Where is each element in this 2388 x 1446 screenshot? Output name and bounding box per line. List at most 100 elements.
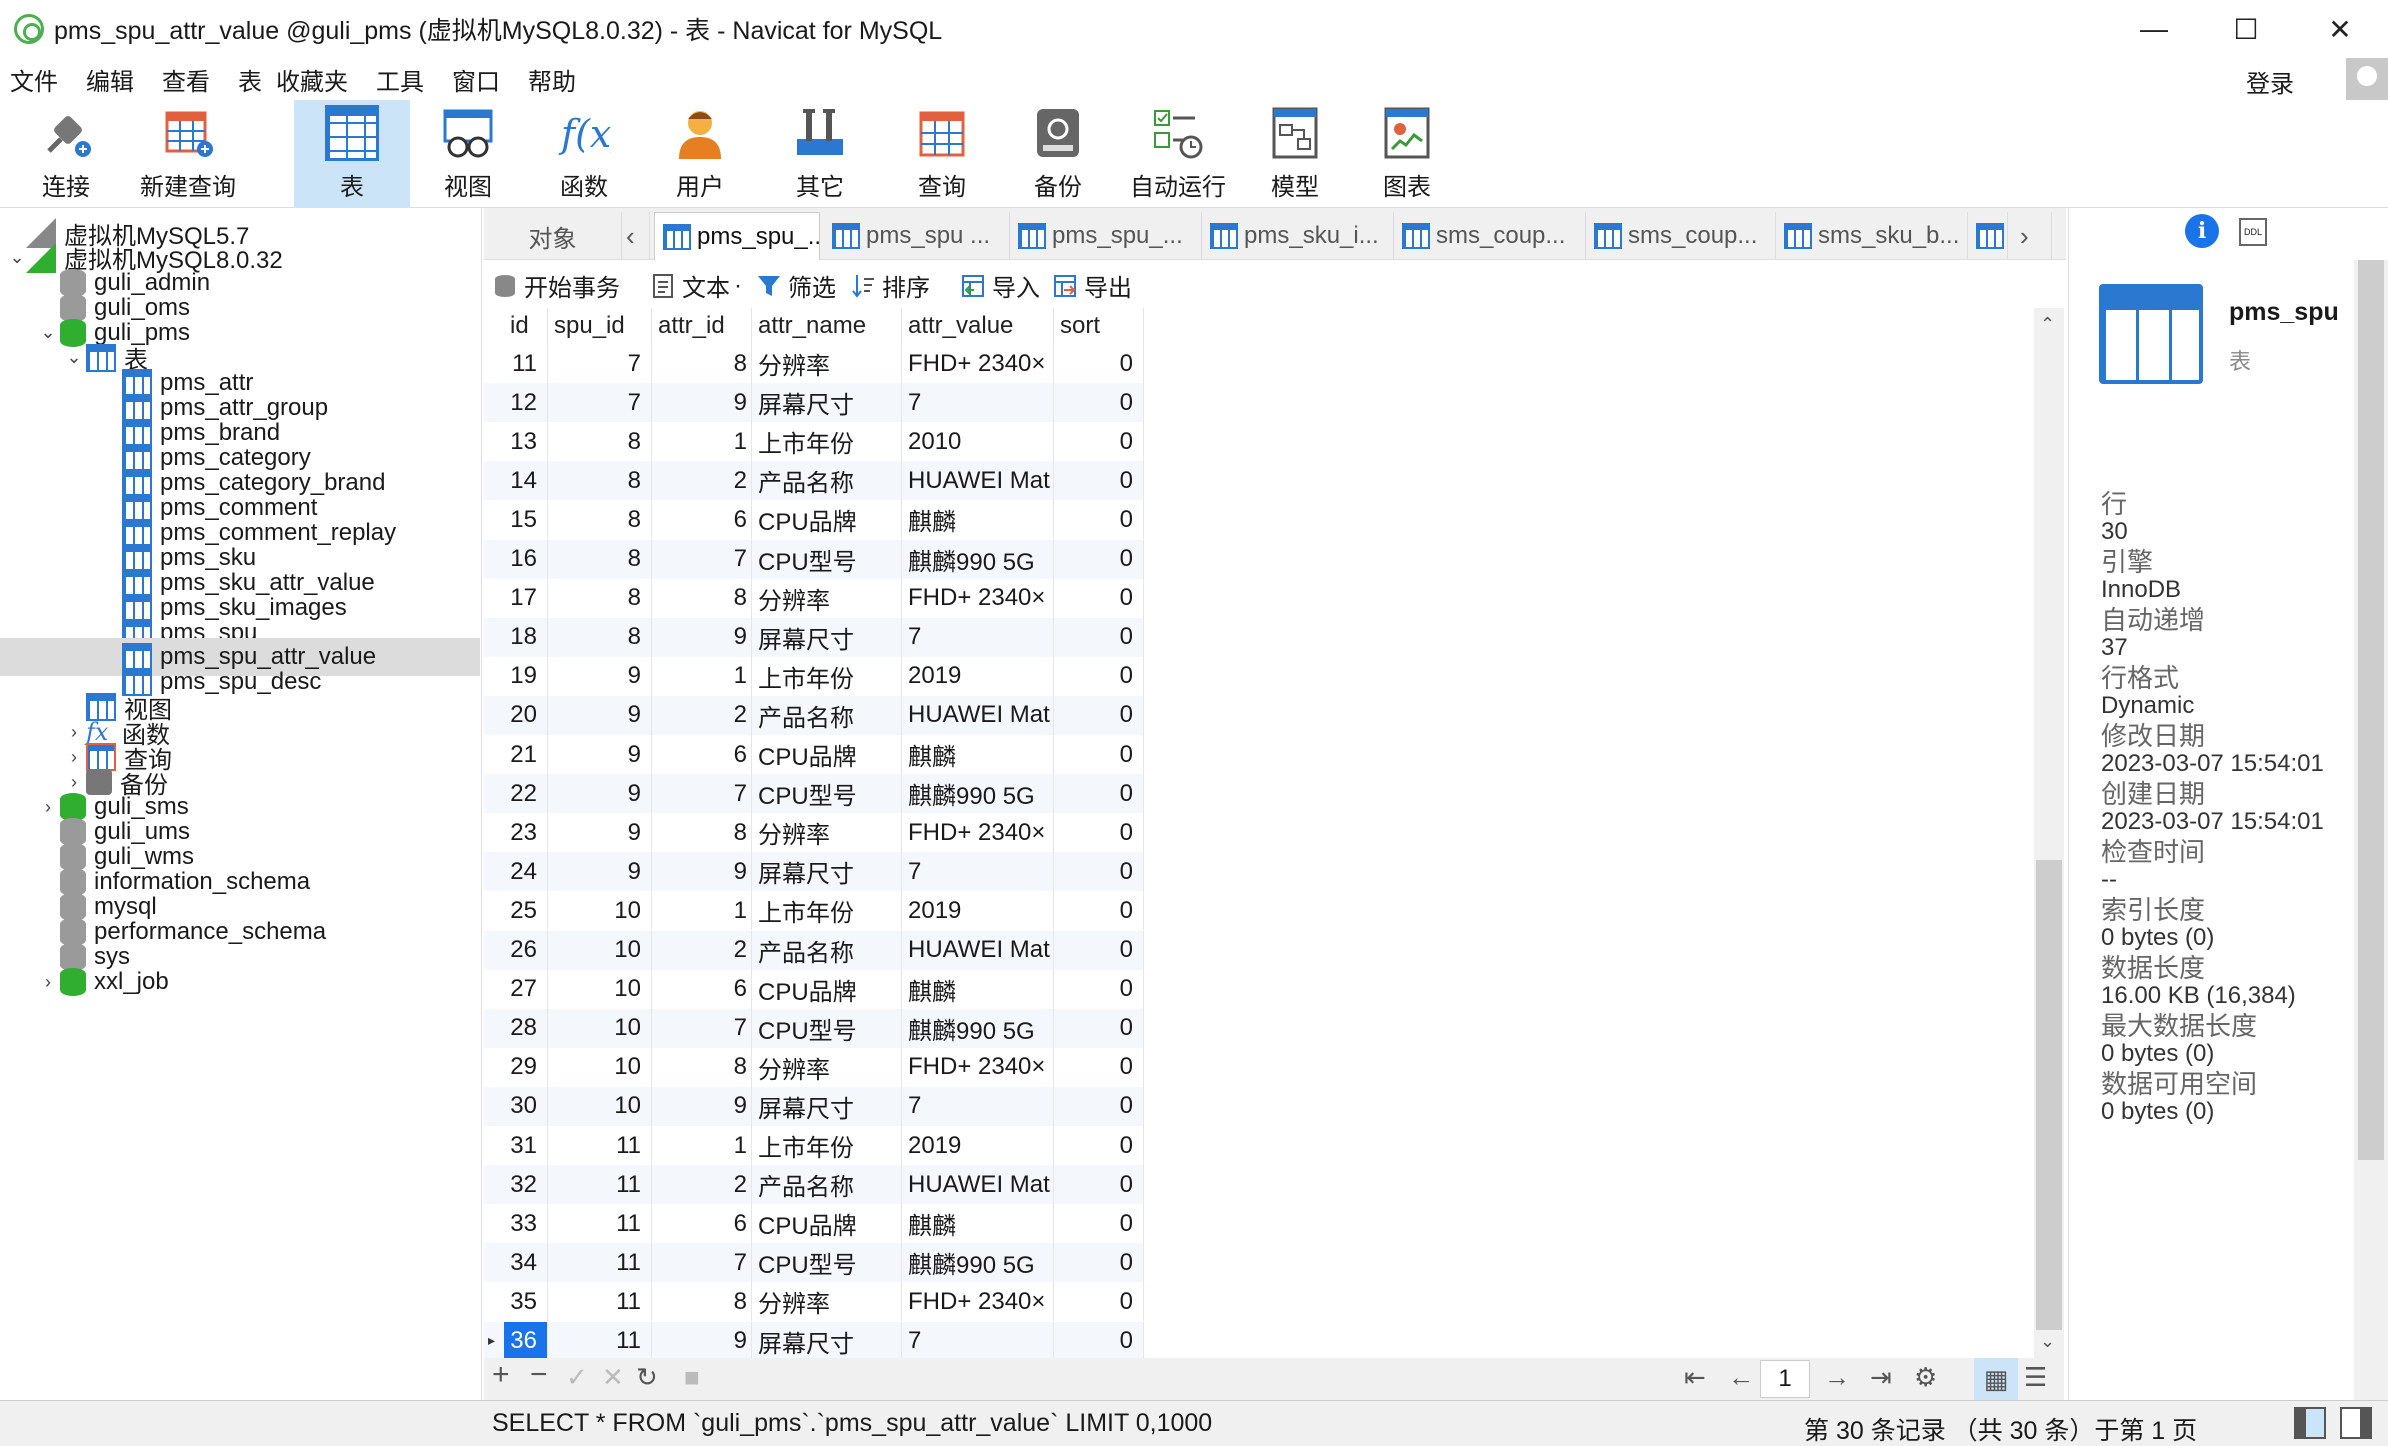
cell-attr-name[interactable]: CPU型号	[752, 774, 902, 814]
apply-icon[interactable]: ✓	[566, 1362, 588, 1393]
cell-attr-name[interactable]: 产品名称	[752, 461, 902, 501]
cell-attr-value[interactable]: 麒麟990 5G	[902, 539, 1054, 579]
cell-spu-id[interactable]: 11	[548, 1282, 652, 1322]
cell-sort[interactable]: 0	[1054, 695, 1144, 735]
minimize-button[interactable]: —	[2108, 0, 2200, 58]
cell-attr-value[interactable]: FHD+ 2340×	[902, 344, 1054, 383]
cell-sort[interactable]: 0	[1054, 813, 1144, 853]
cell-id[interactable]: 15	[504, 500, 548, 540]
cell-spu-id[interactable]: 10	[548, 969, 652, 1009]
table-row[interactable]: 26 10 2 产品名称 HUAWEI Mat 0	[484, 930, 1144, 970]
maximize-button[interactable]: ☐	[2200, 0, 2292, 58]
user-button[interactable]: 用户	[642, 100, 758, 208]
cell-spu-id[interactable]: 11	[548, 1204, 652, 1244]
chart-button[interactable]: 图表	[1352, 100, 1462, 208]
cell-sort[interactable]: 0	[1054, 656, 1144, 696]
cell-attr-id[interactable]: 9	[652, 1321, 752, 1361]
table-row[interactable]: 12 7 9 屏幕尺寸 7 0	[484, 383, 1144, 423]
menu-window[interactable]: 窗口	[442, 62, 518, 97]
cell-attr-name[interactable]: 分辨率	[752, 344, 902, 383]
cell-id[interactable]: 32	[504, 1165, 548, 1205]
cell-attr-value[interactable]: 2010	[902, 422, 1054, 462]
cell-attr-id[interactable]: 2	[652, 695, 752, 735]
toggle-right-pane-icon[interactable]	[2340, 1407, 2372, 1439]
cell-id[interactable]: 16	[504, 539, 548, 579]
cell-id[interactable]: 27	[504, 969, 548, 1009]
scroll-down-icon[interactable]: ⌄	[2040, 1331, 2055, 1352]
table-row[interactable]: 33 11 6 CPU品牌 麒麟 0	[484, 1204, 1144, 1244]
table-row[interactable]: ▸ 36 11 9 屏幕尺寸 7 0	[484, 1321, 1144, 1361]
cell-id[interactable]: 18	[504, 617, 548, 657]
cell-attr-value[interactable]: 麒麟990 5G	[902, 1008, 1054, 1048]
cell-spu-id[interactable]: 7	[548, 344, 652, 383]
cell-id[interactable]: 36	[504, 1321, 548, 1361]
table-row[interactable]: 18 8 9 屏幕尺寸 7 0	[484, 617, 1144, 657]
stop-icon[interactable]: ■	[684, 1362, 700, 1393]
cell-attr-value[interactable]: 麒麟	[902, 1204, 1054, 1244]
previous-page-icon[interactable]: ←	[1728, 1362, 1754, 1393]
tab-partial[interactable]	[1968, 212, 2008, 260]
add-record-icon[interactable]: +	[492, 1358, 510, 1392]
table-row[interactable]: 20 9 2 产品名称 HUAWEI Mat 0	[484, 695, 1144, 735]
cell-sort[interactable]: 0	[1054, 1086, 1144, 1126]
cell-id[interactable]: 28	[504, 1008, 548, 1048]
refresh-icon[interactable]: ↻	[636, 1362, 658, 1393]
cell-spu-id[interactable]: 10	[548, 1008, 652, 1048]
cell-attr-value[interactable]: 麒麟	[902, 969, 1054, 1009]
table-row[interactable]: 15 8 6 CPU品牌 麒麟 0	[484, 500, 1144, 540]
tab-pms-spu[interactable]: pms_spu ...	[824, 212, 1010, 260]
tab-sms-sku-bounds[interactable]: sms_sku_b...	[1776, 212, 1968, 260]
cell-id[interactable]: 35	[504, 1282, 548, 1322]
table-button[interactable]: 表	[294, 100, 410, 208]
cell-sort[interactable]: 0	[1054, 930, 1144, 970]
cell-attr-id[interactable]: 9	[652, 383, 752, 423]
view-button[interactable]: 视图	[410, 100, 526, 208]
table-row[interactable]: 19 9 1 上市年份 2019 0	[484, 656, 1144, 696]
cell-attr-id[interactable]: 9	[652, 1086, 752, 1126]
cell-sort[interactable]: 0	[1054, 1008, 1144, 1048]
cell-sort[interactable]: 0	[1054, 617, 1144, 657]
column-header-attr-id[interactable]: attr_id	[652, 308, 752, 344]
cell-attr-name[interactable]: 分辨率	[752, 1282, 902, 1322]
cell-id[interactable]: 21	[504, 735, 548, 774]
table-row[interactable]: 24 9 9 屏幕尺寸 7 0	[484, 852, 1144, 892]
export-button[interactable]: 导出	[1052, 268, 1132, 303]
cell-attr-name[interactable]: 产品名称	[752, 930, 902, 970]
cell-attr-name[interactable]: CPU品牌	[752, 735, 902, 774]
info-panel-scrollbar[interactable]	[2354, 260, 2388, 1400]
table-row[interactable]: 14 8 2 产品名称 HUAWEI Mat 0	[484, 461, 1144, 501]
cell-attr-id[interactable]: 8	[652, 1047, 752, 1087]
menu-edit[interactable]: 编辑	[76, 62, 152, 97]
cell-spu-id[interactable]: 8	[548, 500, 652, 540]
cell-spu-id[interactable]: 11	[548, 1126, 652, 1165]
cell-spu-id[interactable]: 11	[548, 1321, 652, 1361]
cell-spu-id[interactable]: 8	[548, 539, 652, 579]
cell-sort[interactable]: 0	[1054, 461, 1144, 501]
cell-sort[interactable]: 0	[1054, 1165, 1144, 1205]
menu-table[interactable]: 表	[228, 62, 266, 97]
grid-view-icon[interactable]: ▦	[1974, 1358, 2018, 1400]
close-button[interactable]: ✕	[2294, 0, 2386, 58]
table-row[interactable]: 31 11 1 上市年份 2019 0	[484, 1126, 1144, 1165]
cell-attr-value[interactable]: 麒麟	[902, 500, 1054, 540]
cell-attr-name[interactable]: 上市年份	[752, 891, 902, 931]
sort-button[interactable]: 排序	[850, 268, 930, 303]
cell-attr-name[interactable]: 上市年份	[752, 1126, 902, 1165]
toggle-left-pane-icon[interactable]	[2294, 1407, 2326, 1439]
table-row[interactable]: 25 10 1 上市年份 2019 0	[484, 891, 1144, 931]
connect-button[interactable]: 连接	[8, 100, 124, 208]
cell-spu-id[interactable]: 9	[548, 735, 652, 774]
cell-attr-id[interactable]: 7	[652, 1243, 752, 1283]
cell-attr-id[interactable]: 6	[652, 500, 752, 540]
next-page-icon[interactable]: →	[1824, 1362, 1850, 1393]
scroll-up-icon[interactable]: ⌃	[2040, 314, 2055, 335]
cell-attr-id[interactable]: 6	[652, 735, 752, 774]
chevron-right-icon[interactable]: ›	[36, 972, 60, 993]
delete-record-icon[interactable]: −	[530, 1358, 548, 1392]
cell-attr-value[interactable]: 2019	[902, 1126, 1054, 1165]
cell-sort[interactable]: 0	[1054, 969, 1144, 1009]
cell-attr-name[interactable]: CPU型号	[752, 1243, 902, 1283]
cell-attr-name[interactable]: 产品名称	[752, 1165, 902, 1205]
cell-attr-name[interactable]: CPU品牌	[752, 500, 902, 540]
ddl-icon[interactable]: DDL	[2239, 218, 2267, 246]
